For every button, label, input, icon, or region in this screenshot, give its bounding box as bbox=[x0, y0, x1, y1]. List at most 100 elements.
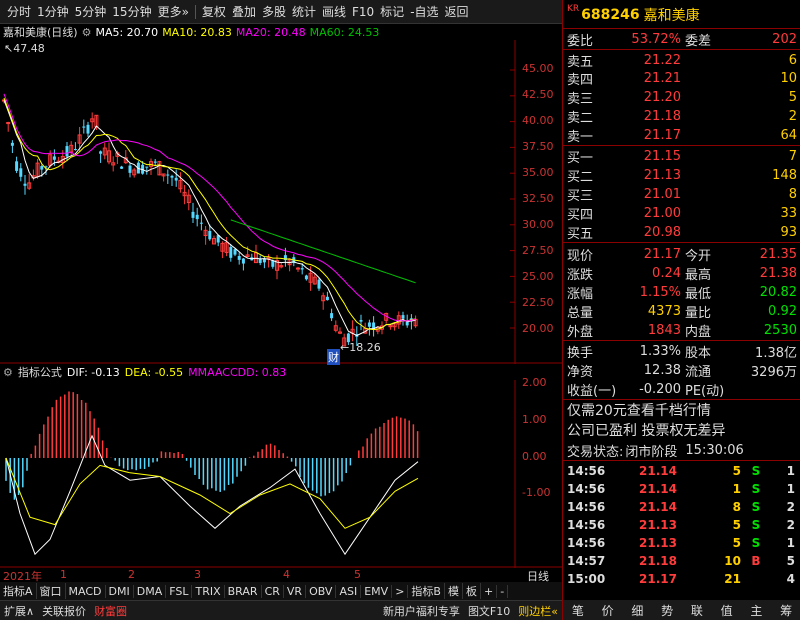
sell-row[interactable]: 卖一 21.17 64 bbox=[563, 126, 800, 145]
tab-value[interactable]: 值 bbox=[721, 602, 733, 619]
tab-asi[interactable]: ASI bbox=[336, 584, 362, 598]
sell-row[interactable]: 卖五 21.22 6 bbox=[563, 51, 800, 70]
weibi-value: 53.72% bbox=[631, 31, 681, 47]
huaxian-button[interactable]: 画线 bbox=[319, 3, 349, 20]
tab-brar[interactable]: BRAR bbox=[225, 584, 262, 598]
tab-5min[interactable]: 5分钟 bbox=[72, 3, 110, 20]
dea-label: DEA: -0.55 bbox=[124, 365, 184, 379]
trade-time: 14:56 bbox=[567, 500, 606, 514]
trade-time: 14:56 bbox=[567, 464, 606, 478]
tab-window[interactable]: 窗口 bbox=[37, 583, 66, 599]
price-tick: 45.00 bbox=[522, 62, 554, 75]
stat-label: PE(动) bbox=[685, 383, 725, 399]
tab-indicator-a[interactable]: 指标A bbox=[0, 583, 37, 599]
sell-row[interactable]: 卖二 21.18 2 bbox=[563, 107, 800, 126]
stat-value: 0.92 bbox=[768, 303, 797, 319]
buy-row[interactable]: 买三 21.01 8 bbox=[563, 185, 800, 204]
trade-price: 21.17 bbox=[639, 572, 677, 586]
tab-fsl[interactable]: FSL bbox=[166, 584, 193, 598]
tab-obv[interactable]: OBV bbox=[306, 584, 337, 598]
biaoji-button[interactable]: 标记 bbox=[377, 3, 407, 20]
sell-volume: 5 bbox=[788, 89, 797, 105]
price-tick: 20.00 bbox=[522, 322, 554, 335]
trade-flag: S bbox=[751, 500, 761, 514]
indicator-name[interactable]: 指标公式 bbox=[18, 364, 62, 380]
divider bbox=[563, 460, 800, 461]
finance-report-icon[interactable]: 财 bbox=[327, 349, 340, 365]
trade-flag: S bbox=[751, 464, 761, 478]
price-tick: 30.00 bbox=[522, 218, 554, 231]
tab-macd[interactable]: MACD bbox=[66, 584, 106, 598]
chart-legend: 嘉和美康(日线) ⚙ MA5: 20.70 MA10: 20.83 MA20: … bbox=[0, 24, 515, 40]
trade-volume: 5 bbox=[732, 518, 741, 532]
tab-detail[interactable]: 细 bbox=[631, 602, 643, 619]
stat-value: 1843 bbox=[647, 322, 681, 338]
trade-row: 14:56 21.14 8 S 2 bbox=[563, 498, 800, 516]
tab-1min[interactable]: 1分钟 bbox=[34, 3, 72, 20]
candle-body bbox=[195, 214, 199, 220]
notice-banner[interactable]: 公司已盈利 投票权无差异 bbox=[563, 421, 800, 439]
tab-next-arrow[interactable]: > bbox=[392, 584, 409, 598]
tab-price[interactable]: 价 bbox=[602, 602, 614, 619]
buy-row[interactable]: 买二 21.13 148 bbox=[563, 166, 800, 185]
new-user-link[interactable]: 新用户福利专享 bbox=[379, 603, 464, 619]
fuquan-button[interactable]: 复权 bbox=[199, 3, 229, 20]
sell-row[interactable]: 卖三 21.20 5 bbox=[563, 88, 800, 107]
tab-indicator-b[interactable]: 指标B bbox=[408, 583, 445, 599]
weibi-row: 委比 53.72% 委差 202 bbox=[563, 30, 800, 49]
trade-row: 14:56 21.13 5 S 2 bbox=[563, 516, 800, 534]
sidebar-toggle[interactable]: 则边栏« bbox=[514, 603, 562, 619]
tab-fenshi[interactable]: 分时 bbox=[4, 3, 34, 20]
tab-emv[interactable]: EMV bbox=[361, 584, 393, 598]
f10-text-link[interactable]: 图文F10 bbox=[464, 603, 514, 619]
tab-vr[interactable]: VR bbox=[284, 584, 307, 598]
stat-label: 总量 bbox=[567, 305, 594, 321]
notice-banner[interactable]: 仅需20元查看千档行情 bbox=[563, 401, 800, 419]
candle-body bbox=[99, 151, 103, 154]
trade-count: 2 bbox=[786, 518, 795, 532]
kline-chart[interactable] bbox=[0, 40, 562, 364]
tongji-button[interactable]: 统计 bbox=[289, 3, 319, 20]
tab-15min[interactable]: 15分钟 bbox=[109, 3, 154, 20]
stat-label: 最低 bbox=[685, 286, 712, 302]
tab-main[interactable]: 主 bbox=[750, 602, 762, 619]
tab-cr[interactable]: CR bbox=[262, 584, 284, 598]
tab-trend[interactable]: 势 bbox=[661, 602, 673, 619]
tab-template[interactable]: 模 bbox=[445, 583, 463, 599]
duogu-button[interactable]: 多股 bbox=[259, 3, 289, 20]
buy-level-label: 买三 bbox=[567, 188, 594, 204]
buy-row[interactable]: 买四 21.00 33 bbox=[563, 204, 800, 223]
trade-count: 1 bbox=[786, 536, 795, 550]
tab-dmi[interactable]: DMI bbox=[106, 584, 134, 598]
add-window-button[interactable]: + bbox=[481, 584, 498, 598]
mma-label: MMAACCDD: 0.83 bbox=[188, 365, 287, 379]
settings-icon[interactable]: ⚙ bbox=[82, 26, 92, 39]
tab-dma[interactable]: DMA bbox=[134, 584, 167, 598]
tab-board[interactable]: 板 bbox=[463, 583, 481, 599]
tab-related[interactable]: 联 bbox=[691, 602, 703, 619]
tab-chips[interactable]: 筹 bbox=[780, 602, 792, 619]
tab-more[interactable]: 更多» bbox=[155, 3, 192, 20]
back-button[interactable]: 返回 bbox=[442, 3, 472, 20]
month-label: 1 bbox=[60, 568, 67, 581]
macd-chart[interactable] bbox=[0, 380, 562, 568]
f10-button[interactable]: F10 bbox=[349, 5, 377, 19]
tab-trix[interactable]: TRIX bbox=[192, 584, 225, 598]
candle-body bbox=[86, 124, 90, 134]
candle-body bbox=[73, 149, 77, 151]
high-value: 47.48 bbox=[13, 42, 45, 55]
diejia-button[interactable]: 叠加 bbox=[229, 3, 259, 20]
expand-button[interactable]: 扩展∧ bbox=[0, 603, 38, 619]
indicator-tick: 2.00 bbox=[522, 376, 547, 389]
buy-row[interactable]: 买一 21.15 7 bbox=[563, 147, 800, 166]
zixuan-button[interactable]: -自选 bbox=[407, 3, 441, 20]
buy-row[interactable]: 买五 20.98 93 bbox=[563, 223, 800, 242]
sell-row[interactable]: 卖四 21.21 10 bbox=[563, 69, 800, 88]
wealth-circle-tab[interactable]: 财富圈 bbox=[90, 603, 131, 619]
settings-icon[interactable]: ⚙ bbox=[3, 366, 13, 379]
remove-window-button[interactable]: - bbox=[497, 584, 509, 598]
tab-trades[interactable]: 笔 bbox=[572, 602, 584, 619]
related-quotes-tab[interactable]: 关联报价 bbox=[38, 603, 90, 619]
trade-status-row: 交易状态: 闭市阶段 15:30:06 bbox=[563, 441, 800, 460]
trade-time: 14:56 bbox=[567, 482, 606, 496]
